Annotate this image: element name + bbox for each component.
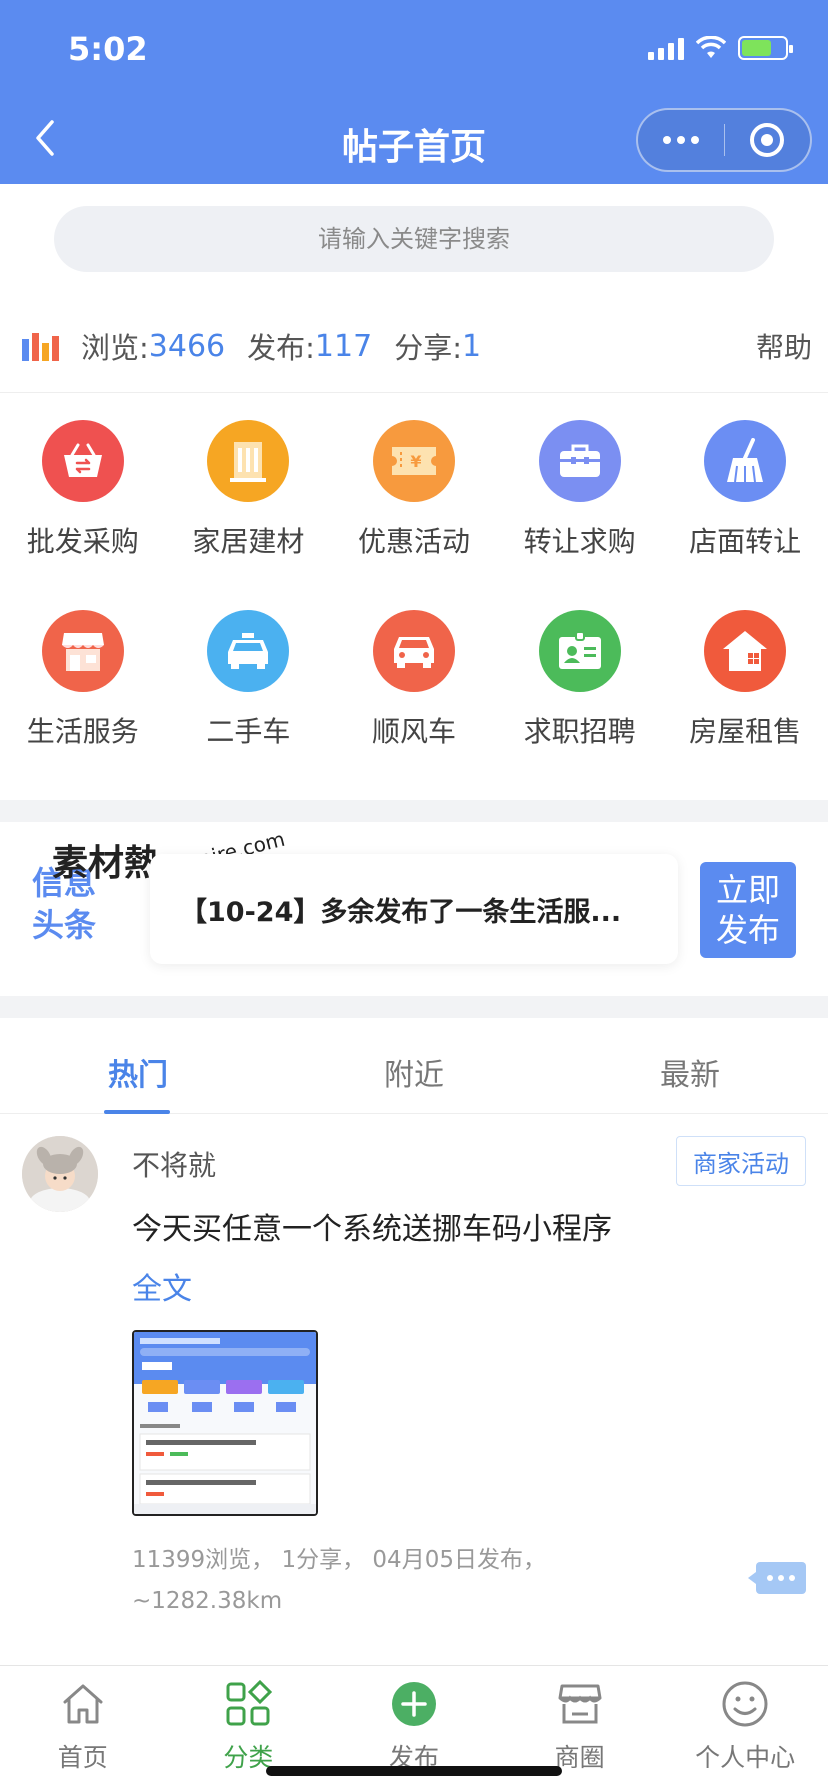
- header: 5:02 帖子首页: [0, 0, 828, 184]
- category-used-cars[interactable]: 二手车: [166, 610, 332, 800]
- category-label: 优惠活动: [357, 525, 470, 558]
- shares-value: 1: [461, 328, 482, 364]
- svg-text:¥: ¥: [410, 452, 421, 471]
- post-content: 今天买任意一个系统送挪车码小程序: [132, 1212, 612, 1247]
- bar-chart-icon: [22, 331, 59, 361]
- views-label: 浏览:: [81, 331, 149, 365]
- target-icon: [750, 123, 785, 157]
- category-housing[interactable]: 房屋租售: [662, 610, 828, 800]
- search-input[interactable]: [54, 225, 774, 253]
- mini-program-capsule: [636, 108, 812, 172]
- tab-nearby[interactable]: 附近: [276, 1018, 552, 1113]
- watermark-brand: 素材熱: [52, 843, 161, 884]
- category-label: 求职招聘: [523, 715, 636, 748]
- battery-icon: [738, 36, 793, 60]
- category-jobs[interactable]: 求职招聘: [497, 610, 663, 800]
- post-image[interactable]: [132, 1330, 318, 1516]
- app-root: 5:02 帖子首页 请输入关键字搜索 浏览: 3466 发布: 117 分享: …: [0, 0, 828, 1792]
- category-label: 二手车: [206, 715, 291, 748]
- category-label: 店面转让: [689, 525, 802, 558]
- plus-circle-icon: [388, 1678, 440, 1730]
- section-gap: [0, 800, 828, 822]
- headline-news-card[interactable]: 【10-24】多余发布了一条生活服...: [150, 854, 678, 964]
- read-full-link[interactable]: 全文: [132, 1264, 192, 1308]
- category-home-building[interactable]: 家居建材: [166, 420, 332, 610]
- post-distance: ~1282.38km: [132, 1588, 283, 1614]
- post-category-badge[interactable]: 商家活动: [676, 1136, 806, 1186]
- category-label: 房屋租售: [689, 715, 802, 748]
- headline-section: 信息头条 素材熱 sucaire.com 【10-24】多余发布了一条生活服..…: [0, 822, 828, 996]
- category-label: 顺风车: [371, 715, 456, 748]
- signal-icon: [648, 36, 684, 60]
- tab-bar: 热门 附近 最新: [0, 1018, 828, 1114]
- post-author[interactable]: 不将就: [132, 1144, 216, 1184]
- stats-row: 浏览: 3466 发布: 117 分享: 1 帮助: [22, 320, 812, 372]
- comment-icon[interactable]: [748, 1562, 806, 1594]
- help-link[interactable]: 帮助: [756, 326, 812, 366]
- nav-label: 商圈: [554, 1743, 605, 1772]
- broom-icon: [704, 420, 787, 502]
- more-button[interactable]: [638, 110, 724, 170]
- category-transfer-purchase[interactable]: 转让求购: [497, 420, 663, 610]
- shop-icon: [41, 610, 124, 692]
- taxi-icon: [207, 610, 290, 692]
- status-icons: [648, 36, 793, 60]
- category-wholesale[interactable]: 批发采购: [0, 420, 166, 610]
- car-icon: [372, 610, 455, 692]
- home-icon: [57, 1678, 109, 1730]
- nav-home[interactable]: 首页: [0, 1666, 166, 1792]
- nav-label: 个人中心: [695, 1743, 796, 1772]
- posts-value: 117: [314, 328, 373, 364]
- close-program-button[interactable]: [725, 110, 811, 170]
- shares-label: 分享:: [394, 331, 462, 365]
- basket-icon: [41, 420, 124, 502]
- views-value: 3466: [148, 328, 226, 364]
- category-label: 家居建材: [192, 525, 305, 558]
- posts-label: 发布:: [247, 331, 315, 365]
- category-label: 批发采购: [26, 525, 139, 558]
- briefcase-icon: [538, 420, 621, 502]
- search-bar: [54, 206, 774, 272]
- smile-icon: [719, 1678, 771, 1730]
- tab-indicator: [104, 1110, 170, 1114]
- post-card[interactable]: 不将就 商家活动 今天买任意一个系统送挪车码小程序 全文 11399浏览， 1分…: [0, 1116, 828, 1656]
- ticket-icon: ¥: [372, 420, 455, 502]
- avatar[interactable]: [22, 1136, 98, 1212]
- tab-latest[interactable]: 最新: [552, 1018, 828, 1113]
- house-icon: [704, 610, 787, 692]
- category-label: 生活服务: [26, 715, 139, 748]
- tab-hot[interactable]: 热门: [0, 1018, 276, 1113]
- publish-now-button[interactable]: 立即发布: [700, 862, 796, 958]
- wifi-icon: [696, 36, 726, 58]
- category-grid: 批发采购 家居建材 ¥ 优惠活动 转让求购 店面转让 生活服务 二手车 顺风车 …: [0, 420, 828, 800]
- nav-label: 首页: [57, 1743, 108, 1772]
- nav-profile[interactable]: 个人中心: [662, 1666, 828, 1792]
- id-card-icon: [538, 610, 621, 692]
- more-dots-icon: [662, 136, 699, 144]
- home-indicator: [266, 1766, 562, 1776]
- category-carpool[interactable]: 顺风车: [331, 610, 497, 800]
- category-label: 转让求购: [523, 525, 636, 558]
- category-life-services[interactable]: 生活服务: [0, 610, 166, 800]
- status-time: 5:02: [68, 30, 148, 68]
- category-icon: [222, 1678, 274, 1730]
- category-store-transfer[interactable]: 店面转让: [662, 420, 828, 610]
- building-icon: [207, 420, 290, 502]
- section-gap: [0, 996, 828, 1018]
- store-icon: [554, 1678, 606, 1730]
- headline-news-text: 【10-24】多余发布了一条生活服...: [180, 896, 622, 928]
- category-promotions[interactable]: ¥ 优惠活动: [331, 420, 497, 610]
- post-meta: 11399浏览， 1分享， 04月05日发布，: [132, 1547, 546, 1573]
- divider: [0, 392, 828, 393]
